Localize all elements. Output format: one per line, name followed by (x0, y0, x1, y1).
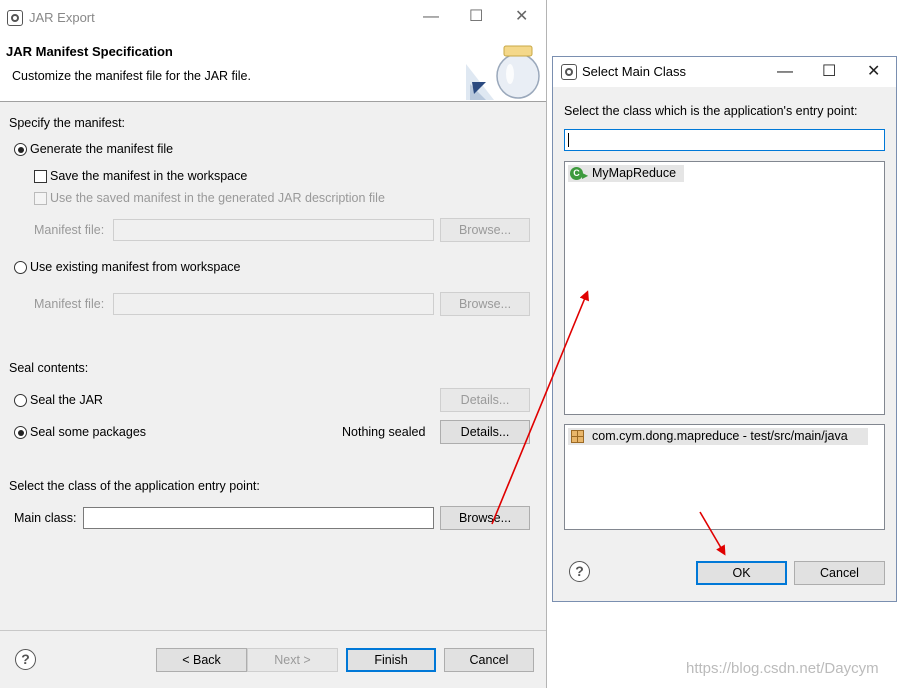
generate-manifest-label[interactable]: Generate the manifest file (30, 142, 173, 156)
manifest-browse-button[interactable]: Browse... (440, 218, 530, 242)
back-button[interactable]: < Back (156, 648, 247, 672)
select-window-title: Select Main Class (582, 64, 687, 79)
cancel-button[interactable]: Cancel (444, 648, 534, 672)
background-fragment (552, 0, 898, 56)
existing-manifest-file-field[interactable] (113, 293, 434, 315)
wizard-banner: JAR Manifest Specification Customize the… (0, 34, 546, 102)
run-marker-icon: ▶ (582, 171, 589, 180)
watermark: https://blog.csdn.net/Daycym (686, 660, 879, 677)
seal-jar-details-button[interactable]: Details... (440, 388, 530, 412)
minimize-icon[interactable]: — (423, 9, 439, 25)
main-class-label: Main class: (14, 511, 77, 525)
entry-point-label: Select the class of the application entr… (9, 479, 260, 493)
list-item[interactable]: com.cym.dong.mapreduce - test/src/main/j… (568, 428, 868, 445)
maximize-icon[interactable]: ☐ (469, 9, 483, 25)
package-name: com.cym.dong.mapreduce - test/src/main/j… (592, 429, 848, 443)
footer-separator (0, 630, 546, 631)
close-icon[interactable]: ✕ (867, 64, 880, 80)
use-existing-manifest-label[interactable]: Use existing manifest from workspace (30, 260, 241, 274)
manifest-file-label: Manifest file: (34, 223, 105, 237)
main-class-input[interactable] (83, 507, 434, 529)
page-subtitle: Customize the manifest file for the JAR … (12, 69, 251, 83)
select-cancel-button[interactable]: Cancel (794, 561, 885, 585)
maximize-icon[interactable]: ☐ (822, 64, 836, 80)
jar-icon (466, 45, 540, 100)
use-saved-manifest-checkbox[interactable] (34, 192, 47, 205)
seal-some-packages-label[interactable]: Seal some packages (30, 425, 146, 439)
next-button[interactable]: Next > (247, 648, 338, 672)
window-title: JAR Export (29, 10, 95, 25)
package-list[interactable]: com.cym.dong.mapreduce - test/src/main/j… (564, 424, 885, 530)
seal-jar-radio[interactable] (14, 394, 27, 407)
select-main-class-dialog: Select Main Class — ☐ ✕ Select the class… (552, 56, 897, 602)
specify-manifest-label: Specify the manifest: (9, 116, 126, 130)
select-main-class-titlebar: Select Main Class — ☐ ✕ (553, 57, 896, 87)
nothing-sealed-status: Nothing sealed (342, 425, 426, 439)
save-manifest-checkbox[interactable] (34, 170, 47, 183)
finish-button[interactable]: Finish (346, 648, 436, 672)
help-icon[interactable]: ? (569, 561, 590, 582)
class-name: MyMapReduce (592, 166, 677, 180)
package-icon (571, 430, 584, 443)
select-class-prompt: Select the class which is the applicatio… (564, 104, 858, 118)
manifest-file-field[interactable] (113, 219, 434, 241)
class-filter-input[interactable] (564, 129, 885, 151)
existing-manifest-browse-button[interactable]: Browse... (440, 292, 530, 316)
existing-manifest-file-label: Manifest file: (34, 297, 105, 311)
seal-jar-label[interactable]: Seal the JAR (30, 393, 103, 407)
ok-button[interactable]: OK (696, 561, 787, 585)
use-saved-manifest-label: Use the saved manifest in the generated … (50, 191, 385, 205)
main-class-browse-button[interactable]: Browse... (440, 506, 530, 530)
seal-packages-details-button[interactable]: Details... (440, 420, 530, 444)
help-icon[interactable]: ? (15, 649, 36, 670)
eclipse-icon (561, 64, 577, 80)
class-list[interactable]: C ▶ MyMapReduce (564, 161, 885, 415)
seal-contents-label: Seal contents: (9, 361, 89, 375)
eclipse-icon (7, 10, 23, 26)
list-item[interactable]: C ▶ MyMapReduce (568, 165, 684, 182)
close-icon[interactable]: ✕ (515, 9, 528, 25)
seal-some-packages-radio[interactable] (14, 426, 27, 439)
use-existing-manifest-radio[interactable] (14, 261, 27, 274)
jar-export-dialog: JAR Export — ☐ ✕ JAR Manifest Specificat… (0, 0, 547, 688)
minimize-icon[interactable]: — (777, 64, 793, 80)
page-title: JAR Manifest Specification (6, 44, 173, 59)
save-manifest-label[interactable]: Save the manifest in the workspace (50, 169, 247, 183)
jar-export-titlebar: JAR Export — ☐ ✕ (0, 0, 546, 34)
generate-manifest-radio[interactable] (14, 143, 27, 156)
